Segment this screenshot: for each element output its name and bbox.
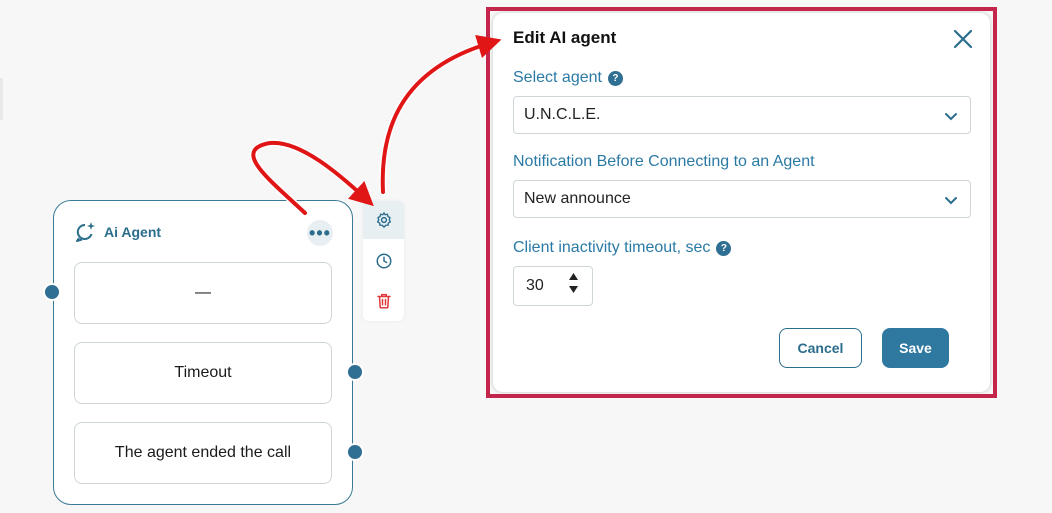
trash-icon — [376, 293, 391, 309]
settings-button[interactable] — [363, 201, 404, 239]
delete-button[interactable] — [363, 282, 404, 320]
exit-timeout[interactable]: Timeout — [74, 342, 332, 404]
arrow-to-dialog — [379, 39, 494, 196]
node-header: Ai Agent — [74, 221, 161, 243]
ai-agent-icon — [76, 222, 95, 242]
output-port-agent-ended[interactable] — [346, 443, 364, 461]
dialog-highlight-frame — [486, 7, 997, 398]
canvas-edge-mark — [0, 78, 3, 120]
node-title: Ai Agent — [104, 224, 162, 240]
gear-icon — [376, 212, 391, 228]
exit-default[interactable]: — — [74, 262, 332, 324]
input-port[interactable] — [43, 283, 61, 301]
arrow-to-dialog-line — [380, 34, 502, 194]
node-toolbar — [363, 201, 404, 321]
exit-agent-ended[interactable]: The agent ended the call — [74, 422, 332, 484]
ai-agent-node[interactable]: Ai Agent ••• — Timeout The agent ended t… — [53, 200, 353, 505]
more-dots-icon: ••• — [309, 223, 331, 243]
output-port-timeout[interactable] — [346, 363, 364, 381]
node-more-button[interactable]: ••• — [307, 220, 333, 246]
clock-icon — [376, 253, 391, 269]
schedule-button[interactable] — [363, 242, 404, 280]
